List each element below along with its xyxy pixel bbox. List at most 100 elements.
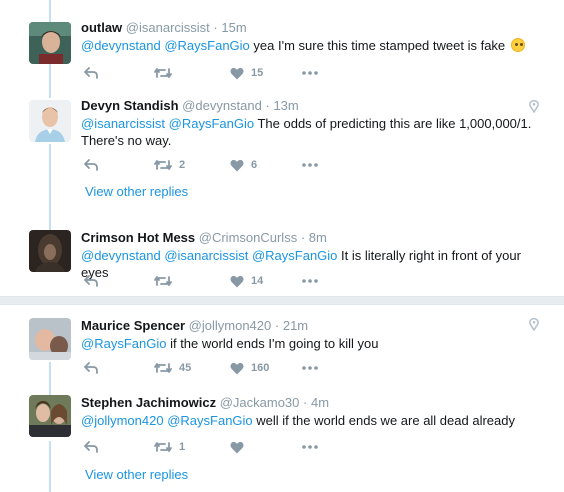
retweet-button[interactable]: 1 <box>154 438 185 456</box>
more-button[interactable] <box>302 64 318 82</box>
like-count: 6 <box>251 159 258 171</box>
tweet-body: if the world ends I'm going to kill you <box>170 336 379 351</box>
view-other-replies-link[interactable]: View other replies <box>85 467 188 482</box>
heart-icon <box>230 159 244 171</box>
separator-dot: · <box>213 20 218 35</box>
tweet-text: @RaysFanGio if the world ends I'm going … <box>81 335 550 352</box>
more-dots-icon <box>302 163 318 167</box>
heart-icon <box>230 441 244 453</box>
retweet-icon <box>154 68 172 78</box>
retweet-icon <box>154 363 172 373</box>
username[interactable]: @isanarcissist <box>126 20 210 35</box>
display-name[interactable]: outlaw <box>81 20 122 35</box>
timestamp[interactable]: 21m <box>283 318 308 333</box>
avatar[interactable] <box>29 230 71 272</box>
thread-line <box>49 362 51 395</box>
reply-button[interactable] <box>84 438 98 456</box>
mention-link[interactable]: @jollymon420 <box>81 413 164 428</box>
username[interactable]: @devynstand <box>182 98 262 113</box>
more-dots-icon <box>302 445 318 449</box>
more-dots-icon <box>302 279 318 283</box>
mention-link[interactable]: @RaysFanGio <box>81 336 166 351</box>
more-button[interactable] <box>302 272 318 290</box>
tweet-body-line-2: There's no way. <box>81 133 172 148</box>
heart-icon <box>230 275 244 287</box>
retweet-icon <box>154 442 172 452</box>
heart-icon <box>230 67 244 79</box>
separator-dot: · <box>274 318 280 333</box>
tweet-text: @jollymon420 @RaysFanGio well if the wor… <box>81 412 550 429</box>
view-other-replies-link[interactable]: View other replies <box>85 184 188 199</box>
timestamp[interactable]: 8m <box>309 230 327 245</box>
like-button[interactable]: 15 <box>230 64 263 82</box>
retweet-button[interactable] <box>154 64 179 82</box>
like-count: 160 <box>251 362 270 374</box>
username[interactable]: @jollymon420 <box>189 318 272 333</box>
display-name[interactable]: Stephen Jachimowicz <box>81 395 216 410</box>
username[interactable]: @Jackamo30 <box>220 395 300 410</box>
reply-button[interactable] <box>84 64 98 82</box>
reply-button[interactable] <box>84 272 98 290</box>
thread-line <box>49 0 51 22</box>
retweet-icon <box>154 160 172 170</box>
tweet-body: well if the world ends we are all dead a… <box>256 413 515 428</box>
like-count: 14 <box>251 275 264 287</box>
reply-icon <box>84 275 98 287</box>
display-name[interactable]: Maurice Spencer <box>81 318 185 333</box>
mention-link[interactable]: @RaysFanGio <box>169 116 254 131</box>
tweet-text: @devynstand @RaysFanGio yea I'm sure thi… <box>81 37 550 54</box>
display-name[interactable]: Devyn Standish <box>81 98 179 113</box>
reply-icon <box>84 159 98 171</box>
avatar[interactable] <box>29 318 71 360</box>
retweet-button[interactable]: 45 <box>154 359 191 377</box>
timestamp[interactable]: 4m <box>311 395 329 410</box>
mention-link[interactable]: @devynstand <box>81 38 161 53</box>
separator-dot: · <box>303 395 308 410</box>
display-name[interactable]: Crimson Hot Mess <box>81 230 195 245</box>
more-button[interactable] <box>302 438 318 456</box>
separator-dot: · <box>300 230 306 245</box>
like-count: 15 <box>251 67 264 79</box>
reply-button[interactable] <box>84 156 98 174</box>
username[interactable]: @CrimsonCurlss <box>199 230 297 245</box>
conversation-thread-1: outlaw @isanarcissist · 15m @devynstand … <box>0 0 564 296</box>
retweet-count: 1 <box>179 441 186 453</box>
like-button[interactable] <box>230 438 251 456</box>
reply-icon <box>84 362 98 374</box>
avatar[interactable] <box>29 22 71 64</box>
timestamp[interactable]: 15m <box>221 20 246 35</box>
more-dots-icon <box>302 71 318 75</box>
thread-line <box>49 441 51 492</box>
thread-line <box>49 64 51 98</box>
mention-link[interactable]: @isanarcissist <box>164 248 248 263</box>
face-with-rolling-eyes-icon <box>510 38 525 52</box>
timestamp[interactable]: 13m <box>273 98 298 113</box>
more-dots-icon <box>302 366 318 370</box>
tweet-text: @isanarcissist @RaysFanGio The odds of p… <box>81 115 550 149</box>
retweet-button[interactable] <box>154 272 179 290</box>
reply-button[interactable] <box>84 359 98 377</box>
mention-link[interactable]: @RaysFanGio <box>167 413 252 428</box>
reply-icon <box>84 67 98 79</box>
mention-link[interactable]: @isanarcissist <box>81 116 165 131</box>
avatar[interactable] <box>29 395 71 437</box>
heart-icon <box>230 362 244 374</box>
retweet-count: 45 <box>179 362 192 374</box>
like-button[interactable]: 6 <box>230 156 257 174</box>
reply-icon <box>84 441 98 453</box>
like-button[interactable]: 14 <box>230 272 263 290</box>
mention-link[interactable]: @RaysFanGio <box>252 248 337 263</box>
conversation-thread-2: Maurice Spencer @jollymon420 · 21m @Rays… <box>0 305 564 492</box>
retweet-icon <box>154 276 172 286</box>
mention-link[interactable]: @devynstand <box>81 248 161 263</box>
thread-separator <box>0 296 564 305</box>
avatar[interactable] <box>29 100 71 142</box>
thread-line <box>49 144 51 230</box>
tweet-body: yea I'm sure this time stamped tweet is … <box>253 38 506 53</box>
more-button[interactable] <box>302 359 318 377</box>
more-button[interactable] <box>302 156 318 174</box>
retweet-button[interactable]: 2 <box>154 156 185 174</box>
like-button[interactable]: 160 <box>230 359 269 377</box>
tweet-body: The odds of predicting this are like 1,0… <box>257 116 532 131</box>
mention-link[interactable]: @RaysFanGio <box>164 38 249 53</box>
